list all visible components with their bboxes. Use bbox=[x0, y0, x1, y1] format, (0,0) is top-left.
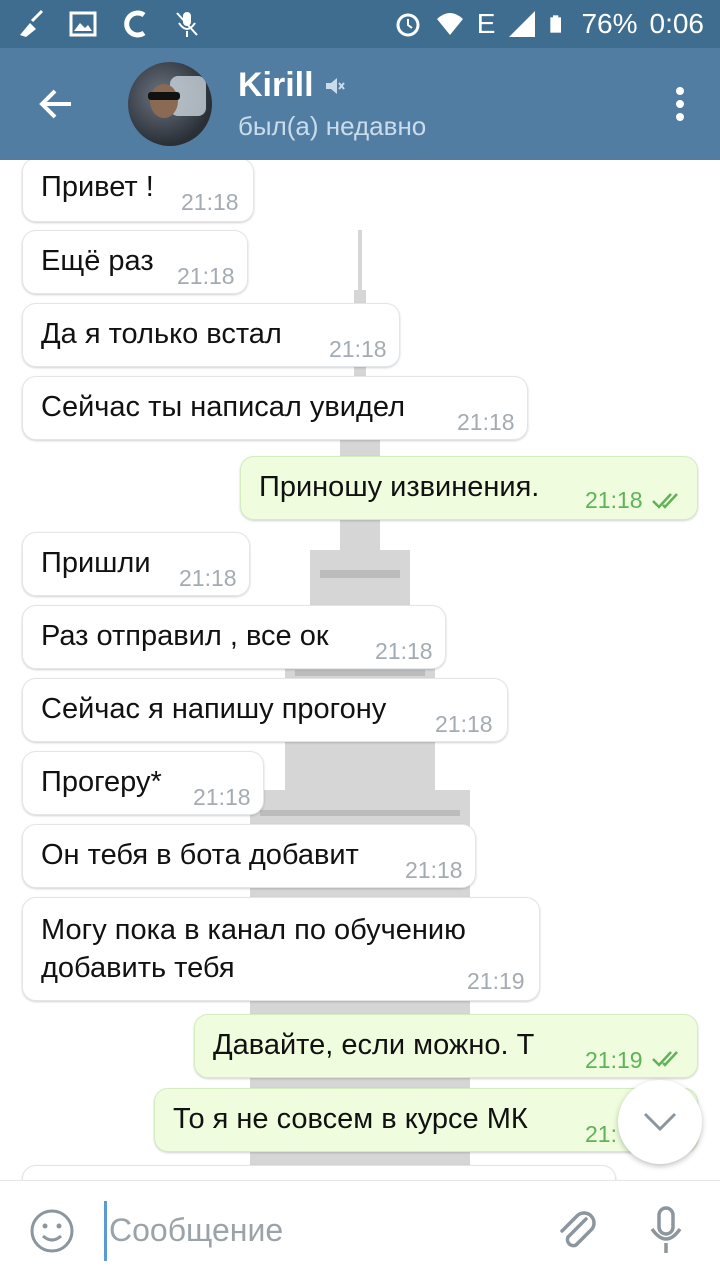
message-time: 21:18 bbox=[585, 487, 643, 513]
message-time: 21:18 bbox=[457, 409, 515, 435]
status-bar: E 76% 0:06 bbox=[0, 0, 720, 48]
composer bbox=[0, 1180, 720, 1280]
message-incoming[interactable]: Ещё раз 21:18 bbox=[22, 230, 248, 294]
back-button[interactable] bbox=[0, 48, 110, 160]
message-time: 21:18 bbox=[405, 857, 463, 883]
emoji-button[interactable] bbox=[0, 1181, 104, 1280]
contact-name: Kirill bbox=[238, 66, 314, 104]
message-incoming[interactable]: Привет ! 21:18 bbox=[22, 160, 254, 222]
more-vertical-icon bbox=[676, 87, 684, 121]
message-list[interactable]: Привет ! 21:18 Ещё раз 21:18 Да я только… bbox=[0, 160, 720, 1180]
message-incoming[interactable]: Могу пока в канал по обучению добавить т… bbox=[22, 897, 540, 1001]
chat-header: Kirill был(а) недавно bbox=[0, 48, 720, 160]
message-incoming[interactable]: Сейчас я напишу прогону 21:18 bbox=[22, 678, 508, 742]
message-outgoing[interactable]: Приношу извинения. 21:18 bbox=[240, 456, 698, 520]
c-app-icon bbox=[124, 10, 146, 38]
message-incoming[interactable]: Пришли 21:18 bbox=[22, 532, 250, 596]
alarm-icon bbox=[396, 13, 420, 37]
message-text-line1: Могу пока в канал по обучению bbox=[41, 914, 466, 946]
message-text: Ещё раз bbox=[41, 245, 154, 277]
message-text: Он тебя в бота добавит bbox=[41, 839, 359, 871]
message-text: Давайте, если можно. Т bbox=[213, 1029, 535, 1061]
message-time: 21:18 bbox=[329, 336, 387, 362]
message-time: 21:18 bbox=[179, 565, 237, 591]
message-text: Раз отправил , все ок bbox=[41, 620, 329, 652]
message-text: Прогеру* bbox=[41, 766, 162, 798]
message-time: 21:18 bbox=[177, 263, 235, 289]
battery-percent: 76% bbox=[581, 8, 638, 39]
message-time: 21: bbox=[585, 1121, 617, 1147]
microphone-icon bbox=[650, 1206, 682, 1253]
contact-status: был(а) недавно bbox=[238, 111, 427, 141]
contact-info[interactable]: Kirill был(а) недавно bbox=[238, 66, 426, 142]
message-text: Привет ! bbox=[41, 171, 154, 203]
smile-icon bbox=[30, 1209, 74, 1252]
message-time: 21:18 bbox=[193, 784, 251, 810]
double-check-icon bbox=[652, 493, 678, 509]
message-incoming[interactable]: Прогеру* 21:18 bbox=[22, 751, 264, 815]
message-text: Сейчас ты написал увидел bbox=[41, 391, 406, 423]
message-text: Сейчас я напишу прогону bbox=[41, 693, 387, 725]
paperclip-icon bbox=[560, 1211, 596, 1248]
message-text: То я не совсем в курсе МК bbox=[173, 1103, 528, 1135]
double-check-icon bbox=[652, 1051, 678, 1067]
clock: 0:06 bbox=[649, 8, 705, 39]
message-time: 21:18 bbox=[435, 711, 493, 737]
message-outgoing[interactable]: То я не совсем в курсе МК 21: bbox=[154, 1088, 698, 1152]
message-text: Приношу извинения. bbox=[259, 471, 540, 503]
microphone-button[interactable] bbox=[636, 1201, 696, 1261]
image-icon bbox=[69, 11, 97, 37]
avatar[interactable] bbox=[128, 62, 212, 146]
wifi-icon bbox=[436, 13, 463, 35]
message-text: Да я только встал bbox=[41, 318, 282, 350]
message-incoming[interactable]: Сейчас ты написал увидел 21:18 bbox=[22, 376, 528, 440]
message-time: 21:19 bbox=[585, 1047, 643, 1073]
signal-icon bbox=[509, 11, 536, 37]
message-time: 21:18 bbox=[375, 638, 433, 664]
network-type: E bbox=[476, 8, 496, 39]
muted-speaker-icon bbox=[325, 77, 345, 94]
attach-button[interactable] bbox=[548, 1201, 608, 1261]
message-text-line2: добавить тебя bbox=[41, 952, 235, 984]
message-time: 21:18 bbox=[181, 189, 239, 215]
scroll-down-button[interactable] bbox=[618, 1080, 702, 1164]
message-incoming[interactable]: Да я только встал 21:18 bbox=[22, 303, 400, 367]
arrow-left-icon bbox=[39, 89, 71, 119]
message-incoming-partial[interactable] bbox=[22, 1165, 616, 1180]
chevron-down-icon bbox=[643, 1112, 677, 1132]
message-time: 21:19 bbox=[467, 968, 525, 994]
battery-icon bbox=[550, 15, 562, 33]
menu-button[interactable] bbox=[640, 48, 720, 160]
message-text: Пришли bbox=[41, 547, 151, 579]
message-incoming[interactable]: Он тебя в бота добавит 21:18 bbox=[22, 824, 476, 888]
message-input[interactable] bbox=[104, 1200, 534, 1261]
message-incoming[interactable]: Раз отправил , все ок 21:18 bbox=[22, 605, 446, 669]
mic-off-icon bbox=[176, 12, 198, 37]
message-outgoing[interactable]: Давайте, если можно. Т 21:19 bbox=[194, 1014, 698, 1078]
broom-icon bbox=[20, 9, 44, 37]
